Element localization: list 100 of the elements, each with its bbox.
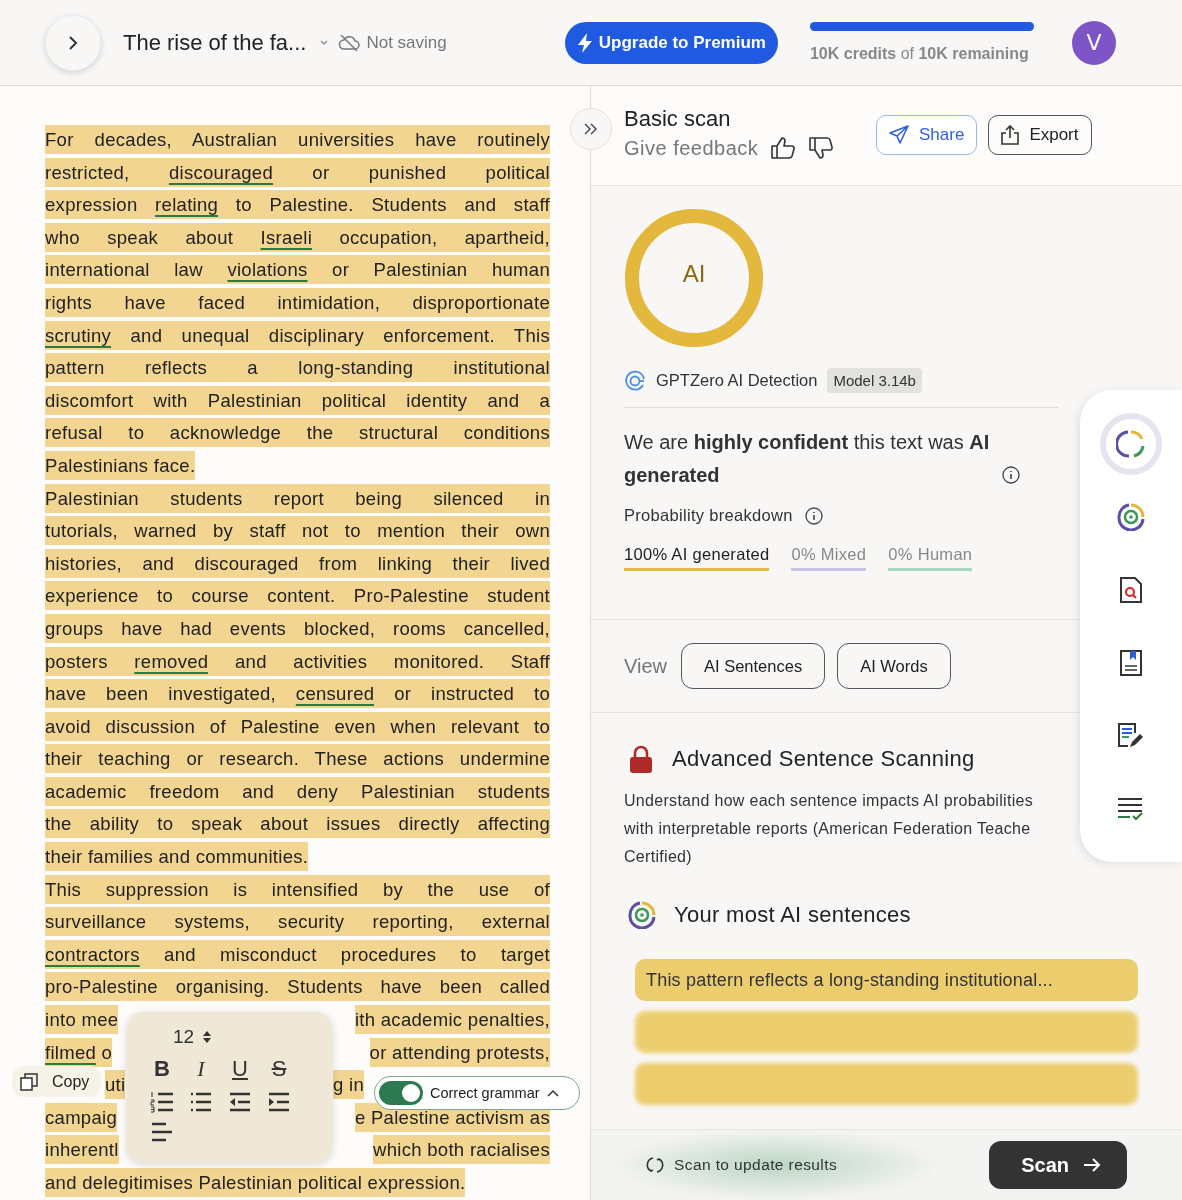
thumbs-up-icon[interactable] <box>770 136 797 160</box>
copy-icon <box>20 1072 38 1091</box>
document-text: discomfort with Palestinian political identity and a <box>45 385 550 415</box>
lock-icon <box>628 745 654 773</box>
document-text: campaig <box>45 1102 118 1132</box>
thumbs-down-icon[interactable] <box>808 136 835 160</box>
breakdown-title: Probability breakdown <box>624 506 793 525</box>
document-text: ith academic penalties, <box>354 1005 550 1035</box>
scan-title: Basic scan <box>624 106 732 132</box>
toggle-switch[interactable] <box>379 1081 423 1105</box>
document-text: or attending protests, <box>369 1037 550 1067</box>
document-text: occupation, apartheid, <box>312 222 550 252</box>
underlined-word: scrutiny <box>45 320 112 350</box>
document-text: histories, and discouraged from linking their lived <box>45 548 550 578</box>
bookmark-document-icon <box>1120 650 1142 676</box>
share-button[interactable]: Share <box>876 115 978 155</box>
document-text: or instructed to <box>374 679 550 709</box>
align-left-icon[interactable] <box>151 1122 173 1142</box>
grammar-toggle[interactable]: Correct grammar <box>374 1076 580 1110</box>
document-text: and unequal disciplinary enforcement. This <box>111 320 550 350</box>
info-icon[interactable] <box>1002 466 1020 484</box>
document-text: inherentl <box>45 1135 119 1165</box>
send-icon <box>889 125 909 145</box>
upload-icon <box>1001 125 1020 145</box>
update-hint: Scan to update results <box>674 1156 838 1174</box>
scan-button[interactable]: Scan <box>989 1141 1127 1189</box>
document-text: to Palestine. Students and staff <box>218 190 550 220</box>
cloud-off-icon <box>338 33 361 52</box>
document-text: g in <box>333 1070 365 1100</box>
ring-logo-icon <box>628 901 656 929</box>
underlined-word: contractors <box>45 939 140 969</box>
document-text: and delegitimises Palestinian political expression. <box>45 1168 466 1197</box>
document-text: tutorials, warned by staff not to mention their own <box>45 516 550 546</box>
view-button[interactable]: AI Sentences <box>681 643 826 689</box>
italic-button[interactable]: I <box>188 1056 214 1082</box>
document-text: which both racialises <box>373 1135 550 1165</box>
underlined-word: Israeli <box>260 222 313 252</box>
document-text: have been investigated, <box>45 679 296 709</box>
arrow-right-icon <box>1083 1157 1101 1173</box>
breakdown-item: 0% Mixed <box>791 545 867 571</box>
breakdown-item: 0% Human <box>888 545 973 571</box>
underlined-word: filmed <box>45 1037 97 1067</box>
document-text: This suppression is intensified by the use of <box>45 874 550 904</box>
document-text: or Palestinian human <box>307 255 550 285</box>
double-chevron-icon <box>584 123 598 135</box>
bold-button[interactable]: B <box>149 1056 175 1082</box>
breakdown-item: 100% AI generated <box>624 545 770 571</box>
confidence-sentence: We are highly confident this text was AI generated <box>624 430 991 488</box>
document-text: pattern reflects a long-standing institutional <box>45 353 550 383</box>
bullet-list-icon[interactable] <box>190 1092 212 1112</box>
grammar-label: Correct grammar <box>430 1085 540 1101</box>
view-label: View <box>624 654 667 678</box>
caret-icon[interactable] <box>320 39 329 46</box>
save-status: Not saving <box>366 32 447 53</box>
model-badge: Model 3.14b <box>827 368 922 393</box>
export-button[interactable]: Export <box>988 115 1092 155</box>
document-text: expression <box>45 190 156 220</box>
underlined-word: relating <box>155 190 219 220</box>
chevron-up-icon[interactable] <box>546 1089 559 1097</box>
font-size-value[interactable]: 12 <box>173 1026 195 1048</box>
document-text: For decades, Australian universities have routinely <box>45 125 550 154</box>
sentences-title: Your most AI sentences <box>674 902 911 928</box>
document-text: refusal to acknowledge the structural conditions <box>45 418 550 448</box>
underlined-word: removed <box>134 646 209 676</box>
numbered-list-icon[interactable] <box>150 1091 174 1113</box>
info-icon[interactable] <box>804 506 823 525</box>
underline-button[interactable]: U <box>227 1056 253 1082</box>
strikethrough-button[interactable]: S <box>266 1056 292 1082</box>
document-text: academic freedom and deny Palestinian students <box>45 776 550 806</box>
view-button[interactable]: AI Words <box>837 643 951 689</box>
document-text: groups have had events blocked, rooms cancelled, <box>45 613 550 643</box>
document-title[interactable]: The rise of the fa... <box>123 29 307 56</box>
indent-icon[interactable] <box>268 1092 290 1112</box>
document-text: or punished political <box>273 157 550 187</box>
advanced-description: Understand how each sentence impacts AI probabilities <box>624 791 1034 811</box>
ai-score-label: AI <box>681 260 707 288</box>
upgrade-button[interactable]: Upgrade to Premium <box>564 21 778 64</box>
advanced-description: Certified) <box>624 847 692 867</box>
lightning-icon <box>576 32 593 53</box>
document-text: rights have faced intimidation, disproportionate <box>45 287 550 317</box>
refresh-icon <box>646 1156 664 1174</box>
document-text: who speak about <box>45 222 261 252</box>
document-text: the ability to speak about issues directly affecting <box>45 809 550 839</box>
stepper-icon[interactable] <box>202 1029 213 1045</box>
ai-sentence[interactable]: This pattern reflects a long-standing institutional... <box>635 959 1138 1001</box>
document-text: o <box>96 1037 113 1067</box>
outdent-icon[interactable] <box>229 1092 251 1112</box>
advanced-title: Advanced Sentence Scanning <box>672 746 975 772</box>
document-text: pro-Palestine organising. Students have been called <box>45 972 550 1002</box>
document-text: restricted, <box>45 157 169 187</box>
document-text: into mee <box>45 1005 119 1035</box>
credits-text: 10K credits of 10K remaining <box>809 45 1030 63</box>
rail-tool[interactable] <box>1100 413 1162 475</box>
user-avatar[interactable]: V <box>1071 20 1116 65</box>
document-text: their teaching or research. These actions undermine <box>45 744 550 774</box>
document-text: their families and communities. <box>45 842 309 872</box>
document-text: uti <box>105 1070 126 1100</box>
document-text: avoid discussion of Palestine even when relevant to <box>45 711 550 741</box>
copy-button[interactable]: Copy <box>12 1066 102 1097</box>
underlined-word: discouraged <box>168 157 273 187</box>
